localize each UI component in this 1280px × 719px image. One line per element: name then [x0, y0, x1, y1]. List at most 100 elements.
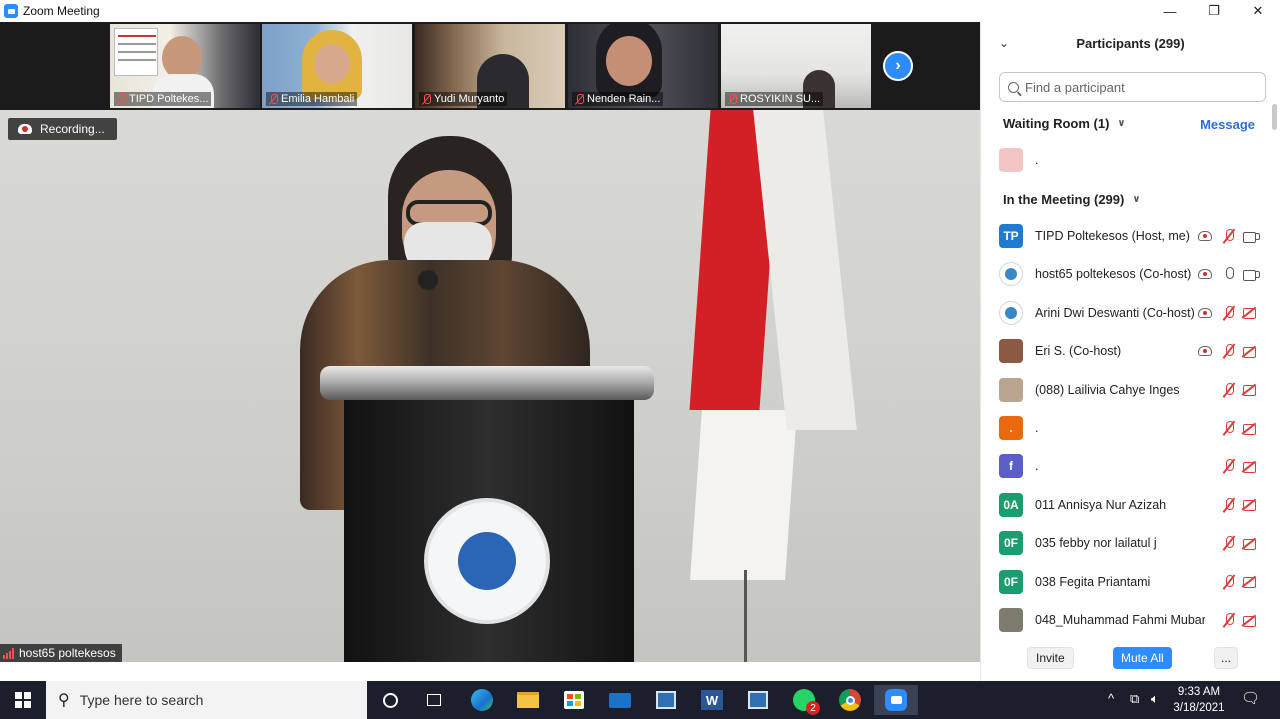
mail-icon[interactable]	[598, 685, 642, 715]
chevron-down-icon[interactable]: ⌄	[999, 36, 1009, 50]
video-thumbnail[interactable]: TIPD Poltekes...	[110, 24, 260, 108]
message-button[interactable]: Message	[1200, 117, 1255, 132]
muted-microphone-icon[interactable]	[1223, 344, 1235, 358]
video-thumbnail[interactable]: ROSYIKIN SU...	[721, 24, 871, 108]
close-button[interactable]: ✕	[1236, 0, 1280, 22]
participant-name: 048_Muhammad Fahmi Mubarak	[1035, 613, 1205, 627]
next-page-button[interactable]: ›	[883, 51, 913, 81]
video-off-icon[interactable]	[1243, 461, 1259, 473]
muted-microphone-icon[interactable]	[1223, 613, 1235, 627]
microphone-icon[interactable]	[1223, 267, 1235, 281]
zoom-taskbar-icon[interactable]	[874, 685, 918, 715]
start-button[interactable]	[0, 681, 46, 719]
avatar	[999, 608, 1023, 632]
avatar: f	[999, 454, 1023, 479]
participant-face	[314, 44, 350, 84]
participant-row[interactable]: ..	[981, 409, 1269, 447]
participant-name: .	[1035, 153, 1039, 167]
muted-microphone-icon[interactable]	[1223, 229, 1235, 243]
waiting-room-participant[interactable]: .	[981, 141, 1269, 179]
participant-row[interactable]: Arini Dwi Deswanti (Co-host)	[981, 294, 1269, 332]
minimize-button[interactable]: —	[1148, 0, 1192, 22]
participant-row[interactable]: Eri S. (Co-host)	[981, 332, 1269, 370]
word-icon[interactable]: W	[690, 685, 734, 715]
thumbnail-name-tag: ROSYIKIN SU...	[725, 92, 824, 106]
muted-microphone-icon[interactable]	[1223, 305, 1235, 320]
thumbnail-name: Emilia Hambali	[281, 93, 355, 105]
taskbar-search-box[interactable]: ⚲ Type here to search	[46, 681, 367, 719]
participant-row[interactable]: host65 poltekesos (Co-host)	[981, 255, 1269, 293]
video-off-icon[interactable]	[1243, 538, 1259, 550]
volume-icon[interactable]: 🔈︎	[1151, 691, 1159, 707]
search-icon	[1008, 81, 1019, 93]
participant-row[interactable]: 0F 035 febby nor lailatul j	[981, 524, 1269, 562]
video-off-icon[interactable]	[1243, 576, 1259, 589]
muted-microphone-icon[interactable]	[1223, 497, 1235, 512]
network-app-icon[interactable]	[736, 685, 780, 715]
muted-microphone-icon[interactable]	[1223, 382, 1235, 397]
participant-row[interactable]: f.	[981, 447, 1269, 485]
waiting-room-label: Waiting Room (1)	[1003, 116, 1110, 131]
recording-indicator[interactable]: Recording...	[8, 118, 117, 140]
taskbar-search-placeholder: Type here to search	[79, 692, 204, 708]
search-input[interactable]: Find a participant	[999, 72, 1266, 102]
file-explorer-icon[interactable]	[506, 685, 550, 715]
more-options-button[interactable]: ...	[1214, 647, 1239, 669]
participant-row[interactable]: 0F 038 Fegita Priantami	[981, 563, 1269, 601]
chevron-up-icon[interactable]: ^	[1108, 691, 1114, 706]
cortana-icon[interactable]	[368, 685, 412, 715]
muted-microphone-icon[interactable]	[1223, 421, 1235, 435]
participant-name: Arini Dwi Deswanti (Co-host)	[1035, 305, 1195, 320]
invite-button[interactable]: Invite	[1027, 647, 1074, 669]
flag-white-stripe	[690, 410, 797, 580]
notification-center-icon[interactable]: 🗨︎	[1241, 689, 1260, 707]
video-off-icon[interactable]	[1243, 423, 1259, 435]
participant-row[interactable]: (088) Lailivia Cahye Inges	[981, 371, 1269, 409]
network-app-icon[interactable]	[644, 685, 688, 715]
waiting-room-header[interactable]: Waiting Room (1) ∨	[1003, 116, 1126, 131]
whatsapp-icon[interactable]: 2	[782, 685, 826, 715]
restore-button[interactable]: ❐	[1192, 0, 1236, 22]
video-off-icon[interactable]	[1243, 346, 1259, 358]
video-off-icon[interactable]	[1243, 307, 1259, 320]
video-off-icon[interactable]	[1243, 499, 1259, 512]
avatar: 0F	[999, 531, 1023, 556]
windows-logo-icon	[15, 692, 31, 708]
video-thumbnail[interactable]: Yudi Muryanto	[415, 24, 565, 108]
signal-strength-icon	[3, 647, 14, 659]
in-meeting-header[interactable]: In the Meeting (299) ∨	[1003, 192, 1140, 207]
participant-list-scrollbar[interactable]	[1271, 104, 1278, 644]
participants-panel: ⌄ Participants (299) Find a participant …	[980, 22, 1280, 682]
video-thumbnail[interactable]: Emilia Hambali	[262, 24, 412, 108]
participant-row[interactable]: 048_Muhammad Fahmi Mubarak	[981, 601, 1269, 639]
system-clock[interactable]: 9:33 AM 3/18/2021	[1170, 684, 1228, 716]
thumbnail-name-tag: TIPD Poltekes...	[114, 92, 212, 106]
window-controls: — ❐ ✕	[1148, 0, 1280, 22]
chrome-icon[interactable]	[828, 685, 872, 715]
avatar	[999, 377, 1023, 402]
clock-date: 3/18/2021	[1173, 702, 1225, 714]
participant-row[interactable]: TP TIPD Poltekesos (Host, me)	[981, 217, 1269, 255]
muted-mic-icon	[117, 93, 126, 105]
microsoft-store-icon[interactable]	[552, 685, 596, 715]
video-off-icon[interactable]	[1243, 615, 1259, 627]
thumbnail-name: ROSYIKIN SU...	[740, 93, 821, 105]
muted-microphone-icon[interactable]	[1223, 574, 1235, 589]
scrollbar-thumb[interactable]	[1272, 104, 1277, 130]
network-icon[interactable]: ⧉	[1130, 691, 1139, 707]
recording-permission-icon	[1198, 269, 1212, 280]
video-thumbnail[interactable]: Nenden Rain...	[568, 24, 718, 108]
edge-browser-icon[interactable]	[460, 685, 504, 715]
avatar: TP	[999, 224, 1023, 248]
search-icon: ⚲	[58, 692, 70, 709]
avatar: .	[999, 416, 1023, 440]
panel-footer: Invite Mute All ...	[981, 644, 1280, 682]
video-off-icon[interactable]	[1243, 384, 1259, 397]
mute-all-button[interactable]: Mute All	[1113, 647, 1172, 669]
muted-microphone-icon[interactable]	[1223, 536, 1235, 550]
task-view-icon[interactable]	[412, 685, 456, 715]
thumbnail-name: Nenden Rain...	[587, 93, 661, 105]
muted-microphone-icon[interactable]	[1223, 459, 1235, 473]
participant-row[interactable]: 0A 011 Annisya Nur Azizah	[981, 486, 1269, 524]
thumbnail-name: TIPD Poltekes...	[129, 93, 209, 105]
